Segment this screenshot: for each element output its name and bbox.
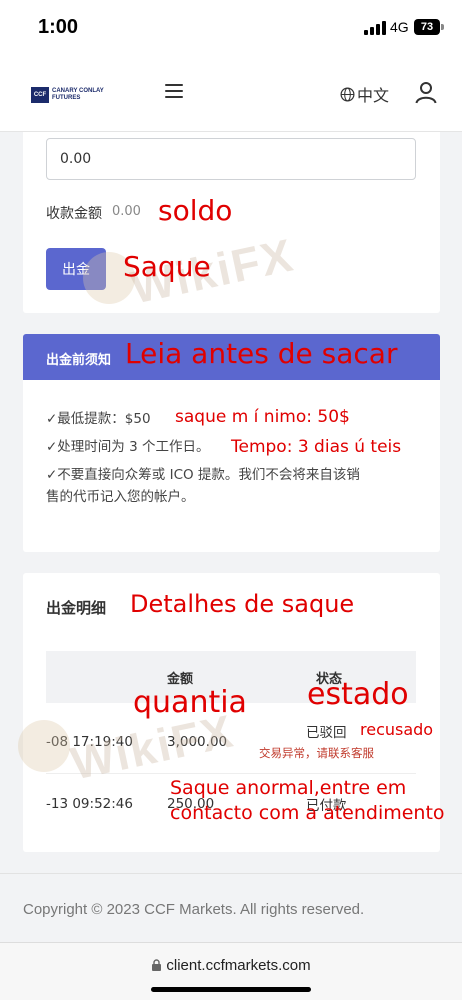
- annotation-estado: estado: [307, 677, 409, 712]
- wikifx-globe-icon: [18, 720, 70, 772]
- logo-mark: CCF: [31, 87, 49, 103]
- status-reason: 交易异常，请联系客服: [259, 746, 374, 760]
- battery-icon: 73: [414, 19, 440, 35]
- notice-item-time: ✓处理时间为 3 个工作日。: [46, 439, 210, 455]
- annotation-minimo: saque m í nimo: 50$: [175, 407, 350, 427]
- url-text: client.ccfmarkets.com: [0, 957, 462, 974]
- received-amount-label: 收款金额: [46, 206, 102, 222]
- url-value: client.ccfmarkets.com: [166, 957, 311, 974]
- annotation-saque: Saque: [123, 250, 211, 283]
- row-time: -13 09:52:46: [46, 796, 133, 812]
- language-switcher[interactable]: 中文: [340, 82, 389, 106]
- browser-url-bar[interactable]: client.ccfmarkets.com: [0, 942, 462, 1000]
- annotation-anormal-1: Saque anormal,entre em: [170, 777, 407, 799]
- notice-title: 出金前须知: [46, 353, 112, 368]
- network-type: 4G: [390, 19, 409, 35]
- notice-item-min: ✓最低提款：$50: [46, 411, 151, 427]
- hamburger-menu-icon[interactable]: [165, 84, 183, 100]
- withdraw-amount-input[interactable]: [46, 138, 416, 180]
- annotation-detalhes: Detalhes de saque: [130, 590, 355, 618]
- home-indicator: [151, 987, 311, 992]
- logo-line-1: CANARY CONLAY: [52, 88, 104, 94]
- status-time: 1:00: [38, 16, 79, 38]
- status-badge: 已驳回: [306, 725, 347, 741]
- globe-icon: [340, 87, 355, 101]
- details-title: 出金明细: [46, 599, 107, 617]
- footer-divider: [0, 873, 462, 874]
- notice-item-ico: ✓不要直接向众筹或 ICO 提款。我们不会将来自该销: [46, 467, 360, 483]
- signal-icon: [364, 21, 386, 35]
- ccf-logo[interactable]: CCF CANARY CONLAY FUTURES: [31, 87, 104, 103]
- user-icon[interactable]: [414, 80, 438, 104]
- status-bar: 1:00 4G 73: [0, 0, 462, 58]
- logo-line-2: FUTURES: [52, 95, 81, 101]
- annotation-leia: Leia antes de sacar: [125, 337, 398, 370]
- annotation-soldo: soldo: [158, 194, 233, 227]
- language-label: 中文: [357, 86, 390, 105]
- annotation-tempo: Tempo: 3 dias ú teis: [231, 437, 402, 457]
- copyright-text: Copyright © 2023 CCF Markets. All rights…: [23, 901, 365, 918]
- battery-tip: [441, 24, 444, 30]
- received-amount-value: 0.00: [112, 204, 141, 219]
- annotation-recusado: recusado: [360, 720, 434, 739]
- annotation-anormal-2: contacto com a atendimento: [170, 802, 445, 824]
- app-header: CCF CANARY CONLAY FUTURES 中文: [0, 58, 462, 132]
- lock-icon: [152, 959, 162, 971]
- logo-text: CANARY CONLAY FUTURES: [52, 88, 104, 102]
- annotation-quantia: quantia: [133, 685, 247, 720]
- notice-item-ico-cont: 售的代币记入您的帐户。: [46, 489, 195, 505]
